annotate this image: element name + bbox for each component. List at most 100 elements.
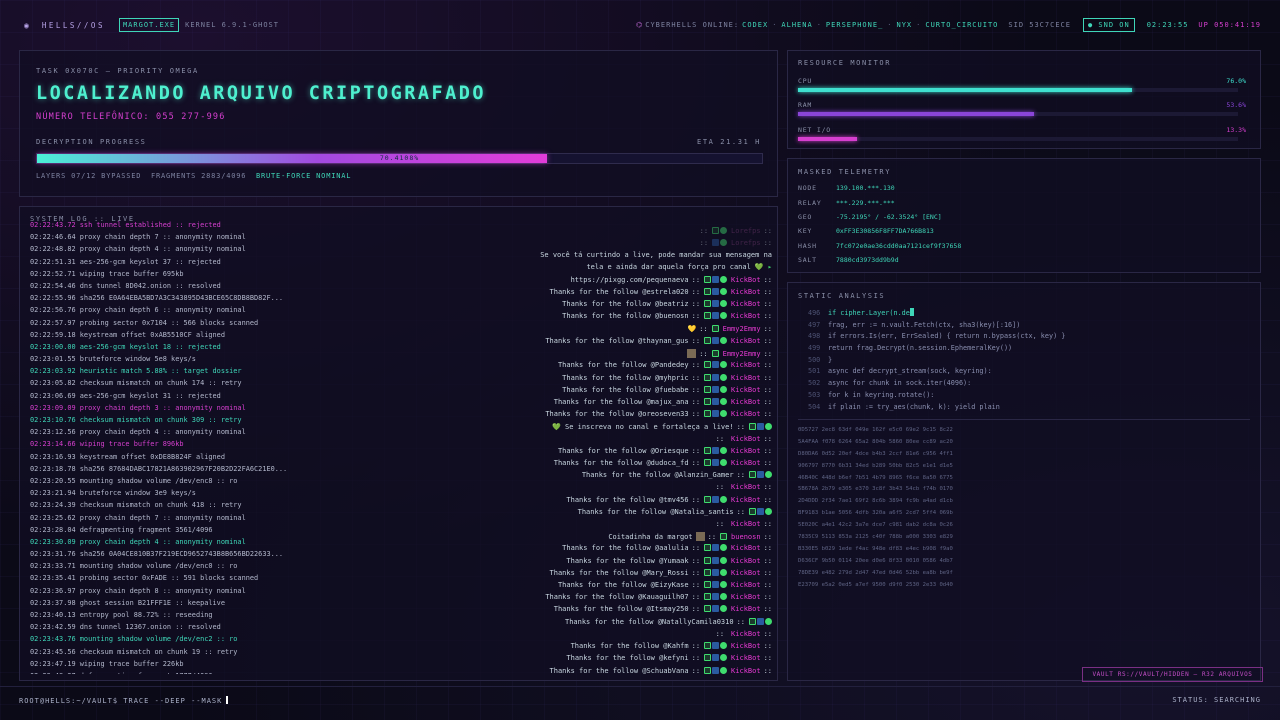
chat-separator: ::: [707, 533, 717, 541]
verified-badge-icon: [720, 459, 728, 466]
code-view[interactable]: 496 if cipher.Layer(n.de 497 frag, err := n…: [808, 308, 1065, 413]
log-line: 02:22:52.71 wiping trace buffer 695kb: [30, 269, 184, 278]
vault-path-badge[interactable]: VAULT RS://VAULT/HIDDEN — R32 ARQUIVOS: [1082, 667, 1263, 682]
code-text: async def decrypt_stream(sock, keyring):: [828, 367, 992, 376]
mod-badge-icon: [704, 361, 712, 368]
log-line: 02:23:00.00 aes-256-gcm keyslot 18 :: re…: [30, 342, 221, 351]
hex-row: D80DA6 0d52 20ef 4dce b4b3 2ccf 81e6 c95…: [798, 450, 953, 457]
clock: 02:23:55: [1146, 21, 1189, 29]
chat-message: Thanks for the follow @Kahfm:: KickBot::: [571, 642, 772, 650]
chat-username: KickBot: [731, 459, 761, 467]
verified-badge-icon: [720, 239, 728, 246]
chat-username: KickBot: [731, 398, 761, 406]
log-line: 02:23:37.98 ghost session B21FFF1E :: ke…: [30, 598, 225, 607]
chat-separator: ::: [699, 227, 709, 235]
chat-separator: ::: [763, 593, 772, 601]
log-line: 02:23:21.94 bruteforce window 3e9 keys/s: [30, 489, 196, 498]
verified-badge-icon: [765, 508, 772, 515]
cpu-value: 76.0%: [1226, 77, 1246, 85]
online-user[interactable]: PERSEPHONE_: [826, 21, 883, 29]
chat-message-text: Thanks for the follow @SchuabVana: [549, 667, 689, 675]
chat-message-text: Thanks for the follow @buenosn: [562, 312, 689, 320]
task-title: LOCALIZANDO ARQUIVO CRIPTOGRAFADO: [36, 83, 487, 104]
net-io-value: 13.3%: [1226, 126, 1246, 134]
cpu-label: CPU: [798, 77, 813, 85]
sound-toggle-button[interactable]: ● SND ON: [1082, 18, 1135, 32]
online-user[interactable]: NYX: [897, 21, 913, 29]
sub-badge-icon: [712, 667, 720, 674]
chat-username: KickBot: [731, 593, 761, 601]
chat-message: :: KickBot::: [713, 435, 772, 443]
telemetry-key: HASH: [798, 242, 817, 250]
online-user[interactable]: CODEX: [742, 21, 768, 29]
chat-message-text: Se inscreva no canal e fortaleça a live!: [564, 423, 734, 431]
top-bar: ◉ HELLS//OS MARGOT.EXE KERNEL 6.9.1-GHOS…: [0, 0, 1280, 46]
command-prompt-text: ROOT@HELLS:~/VAULT$ TRACE --DEEP --MASK: [19, 697, 223, 705]
sub-badge-icon: [757, 423, 764, 430]
chat-separator: ::: [715, 630, 725, 638]
chat-message-text: Thanks for the follow @estrela020: [549, 288, 689, 296]
mod-badge-icon: [704, 398, 712, 405]
telemetry-value: 0xFF3E30856F8FF7DA766B813: [836, 227, 934, 235]
code-text: return frag.Decrypt(n.session.EphemeralK…: [828, 344, 1013, 353]
telemetry-key: RELAY: [798, 199, 822, 207]
verified-badge-icon: [720, 288, 728, 295]
hex-row: 2D4DDD 2f34 7ae1 69f2 8c6b 3894 fc9b a4a…: [798, 498, 953, 505]
chat-message-text: Thanks for the follow @Alanzin_Gamer: [581, 471, 734, 479]
command-prompt[interactable]: ROOT@HELLS:~/VAULT$ TRACE --DEEP --MASK: [19, 696, 229, 705]
mod-badge-icon: [711, 325, 719, 332]
heart-emoji-icon: 💚 ▸: [754, 263, 772, 271]
log-line: 02:23:30.09 proxy chain depth 4 :: anony…: [30, 537, 246, 546]
verified-badge-icon: [720, 569, 728, 576]
code-line: 501 async def decrypt_stream(sock, keyrin…: [808, 366, 1065, 378]
sub-badge-icon: [712, 581, 720, 588]
mod-badge-icon: [704, 544, 712, 551]
chat-separator: ::: [763, 520, 772, 528]
chat-overlay: :: Lorefps:::: Lorefps:: Se você tá curtind…: [360, 219, 772, 680]
chat-separator: ::: [691, 398, 701, 406]
chat-separator: ::: [763, 581, 772, 589]
chat-message: Thanks for the follow @thaynan_gus:: Kick…: [545, 337, 772, 345]
chat-separator: ::: [763, 410, 772, 418]
chat-separator: ::: [691, 410, 701, 418]
hex-row: 5E020C a4e1 42c2 3a7e dce7 c981 dab2 dc8…: [798, 522, 953, 529]
chat-separator: ::: [763, 350, 772, 358]
online-label: CYBERHELLS ONLINE:: [645, 21, 740, 29]
chat-separator: ::: [691, 312, 701, 320]
online-user[interactable]: ALHENA: [781, 21, 812, 29]
log-line: 02:23:45.56 checksum mismatch on chunk 1…: [30, 647, 238, 656]
chat-separator: ::: [763, 483, 772, 491]
separator: ·: [816, 21, 822, 29]
user-badge[interactable]: MARGOT.EXE: [118, 18, 180, 32]
chat-message: Thanks for the follow @Mary_Rossi:: KickB…: [550, 569, 772, 577]
mod-badge-icon: [704, 276, 712, 283]
chat-separator: ::: [691, 569, 701, 577]
online-user[interactable]: CURTO_CIRCUITO: [925, 21, 998, 29]
chat-separator: ::: [763, 276, 772, 284]
log-list[interactable]: 02:22:43.72 ssh tunnel established :: re…: [30, 219, 360, 674]
ram-value: 53.6%: [1226, 101, 1246, 109]
log-line: 02:23:09.09 proxy chain depth 3 :: anony…: [30, 403, 246, 412]
code-line: 504 if plain := try_aes(chunk, k): yield …: [808, 402, 1065, 414]
chat-message-text: Thanks for the follow @oreoseven33: [545, 410, 689, 418]
chat-separator: ::: [691, 496, 701, 504]
verified-badge-icon: [720, 593, 728, 600]
session-id: SID 53C7CECE: [1008, 21, 1071, 29]
chat-message-text: Se você tá curtindo a live, pode mandar …: [540, 251, 772, 259]
chat-username: KickBot: [731, 642, 761, 650]
chat-separator: ::: [715, 435, 725, 443]
verified-badge-icon: [720, 496, 728, 503]
chat-separator: ::: [763, 459, 772, 467]
hex-row: B330E5 b029 1ede f4ac 948e df83 e4ec b90…: [798, 545, 953, 552]
telemetry-value: 7880cd3973dd9b9d: [836, 256, 899, 264]
hex-row: 906797 8770 6b31 34ed b289 50bb 82c5 e1e…: [798, 462, 953, 469]
code-text: if plain := try_aes(chunk, k): yield pla…: [828, 402, 1000, 411]
mod-badge-icon: [704, 386, 712, 393]
chat-separator: ::: [691, 593, 701, 601]
os-logo-icon: ◉: [24, 20, 30, 30]
log-line: 02:23:35.41 probing sector 0xFADE :: 591…: [30, 574, 259, 583]
task-header: TASK 0X070C — PRIORITY OMEGA: [36, 67, 199, 75]
chat-separator: ::: [763, 654, 772, 662]
chat-username: KickBot: [731, 435, 761, 443]
chat-separator: ::: [763, 227, 772, 235]
